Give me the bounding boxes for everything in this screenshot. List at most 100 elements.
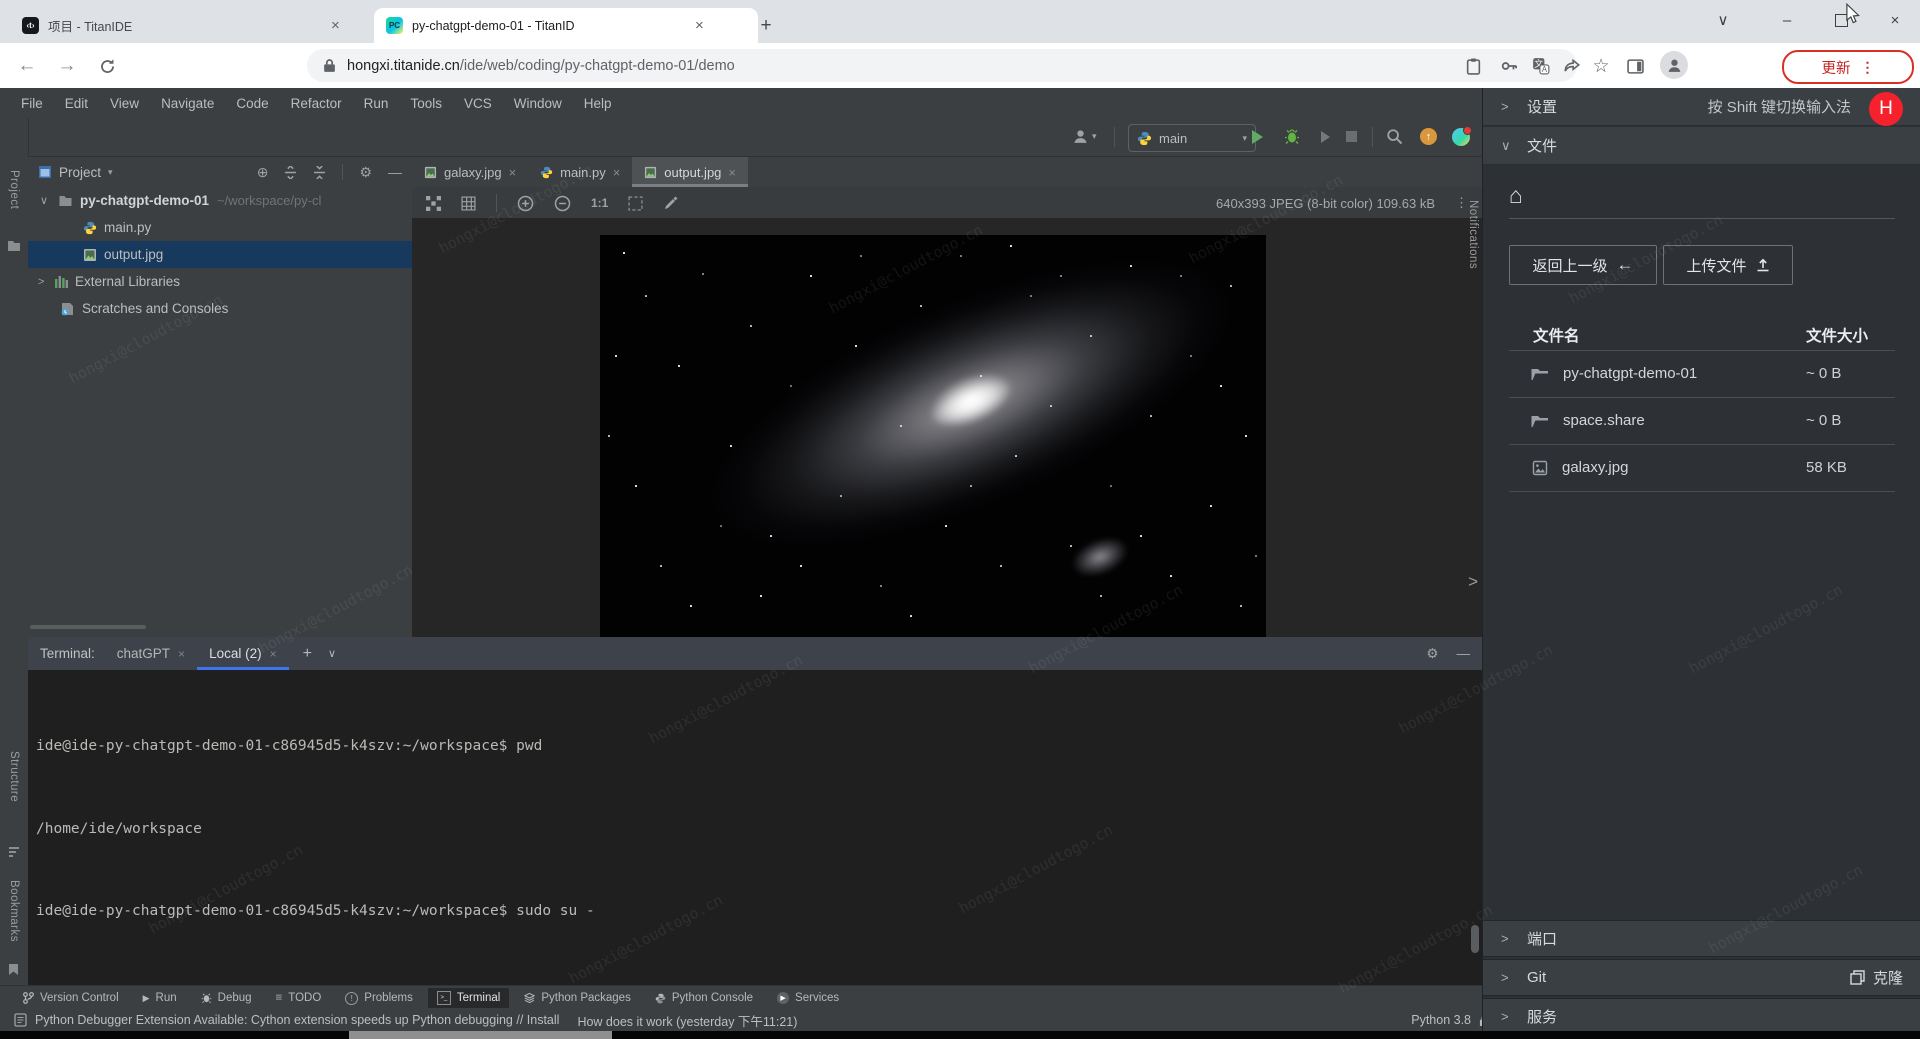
toolwindow-debug[interactable]: Debug xyxy=(192,989,261,1007)
hide-panel-icon[interactable]: — xyxy=(388,164,402,180)
close-icon[interactable]: × xyxy=(728,165,736,180)
stripe-bookmarks-label[interactable]: Bookmarks xyxy=(8,880,20,942)
toolwindow-run[interactable]: ▶ Run xyxy=(134,989,186,1007)
user-avatar[interactable]: H xyxy=(1869,92,1903,126)
run-configuration-select[interactable]: main ▾ xyxy=(1128,124,1256,152)
tab-close-icon[interactable]: × xyxy=(328,18,343,33)
editor-tab-output-jpg[interactable]: output.jpg × xyxy=(632,157,748,187)
menu-help[interactable]: Help xyxy=(573,96,623,111)
selection-icon[interactable] xyxy=(628,196,643,211)
toolwindow-todo[interactable]: ≡ TODO xyxy=(267,989,331,1007)
back-parent-button[interactable]: 返回上一级 ← xyxy=(1509,245,1657,285)
folder-icon[interactable] xyxy=(7,240,21,252)
menu-file[interactable]: File xyxy=(10,96,54,111)
window-minimize-button[interactable]: – xyxy=(1764,0,1810,40)
browser-tab-projects[interactable]: ‹t› 项目 - TitanIDE × xyxy=(10,8,396,43)
chevron-down-icon[interactable]: ∨ xyxy=(40,194,50,207)
toolwindow-problems[interactable]: ! Problems xyxy=(336,989,422,1008)
settings-section-header[interactable]: > 设置 按 Shift 键切换输入法 xyxy=(1483,88,1920,126)
expand-right-panel-icon[interactable]: > xyxy=(1468,572,1478,592)
menu-code[interactable]: Code xyxy=(225,96,279,111)
chevron-right-icon[interactable]: > xyxy=(38,276,48,288)
side-panel-icon[interactable] xyxy=(1622,53,1648,79)
menu-refactor[interactable]: Refactor xyxy=(280,96,353,111)
share-icon[interactable] xyxy=(1559,53,1585,79)
menu-edit[interactable]: Edit xyxy=(54,96,99,111)
status-message-link[interactable]: How does it work (yesterday 下午11:21) xyxy=(577,1011,797,1030)
search-everywhere-button[interactable] xyxy=(1386,128,1403,145)
fit-zoom-icon[interactable] xyxy=(426,196,441,211)
terminal-tab-local[interactable]: Local (2) × xyxy=(197,637,289,670)
close-icon[interactable]: × xyxy=(178,647,185,661)
translate-icon[interactable]: 文A xyxy=(1528,53,1554,79)
git-clone-button[interactable]: 克隆 xyxy=(1850,967,1903,988)
browser-profile-avatar[interactable] xyxy=(1660,51,1688,79)
python-interpreter[interactable]: Python 3.8 xyxy=(1411,1013,1471,1027)
stripe-project-label[interactable]: Project xyxy=(8,170,20,209)
toolwindow-python-console[interactable]: Python Console xyxy=(646,989,762,1007)
close-icon[interactable]: × xyxy=(509,165,517,180)
grid-icon[interactable] xyxy=(461,196,476,211)
forward-icon[interactable]: → xyxy=(52,51,82,81)
expand-all-icon[interactable] xyxy=(284,166,297,179)
run-coverage-button[interactable] xyxy=(1318,130,1332,144)
debug-button[interactable] xyxy=(1284,128,1300,145)
dropdown-icon[interactable]: ▾ xyxy=(108,167,113,178)
window-close-button[interactable]: × xyxy=(1872,0,1918,40)
back-icon[interactable]: ← xyxy=(12,51,42,81)
bookmark-star-icon[interactable]: ☆ xyxy=(1588,53,1614,79)
terminal-tab-chatgpt[interactable]: chatGPT × xyxy=(105,637,197,670)
toolwindow-terminal[interactable]: >_ Terminal xyxy=(428,988,509,1008)
project-panel-title[interactable]: Project xyxy=(59,165,101,180)
zoom-in-icon[interactable] xyxy=(517,195,534,212)
user-accounts-button[interactable]: ▾ xyxy=(1072,128,1097,145)
files-section-header[interactable]: ∨ 文件 xyxy=(1483,127,1920,165)
password-key-icon[interactable] xyxy=(1496,53,1522,79)
stop-button[interactable] xyxy=(1346,131,1357,142)
terminal-scrollbar[interactable] xyxy=(1471,925,1479,953)
event-log-icon[interactable] xyxy=(14,1013,27,1027)
ports-section-header[interactable]: > 端口 xyxy=(1483,920,1920,957)
horizontal-scrollbar[interactable] xyxy=(30,625,146,629)
browser-menu-icon[interactable]: ⋮ xyxy=(1861,59,1875,76)
run-button[interactable] xyxy=(1252,130,1263,144)
galaxy-image[interactable] xyxy=(600,235,1266,637)
upload-file-button[interactable]: 上传文件 xyxy=(1663,245,1793,285)
editor-tab-galaxy[interactable]: galaxy.jpg × xyxy=(412,157,528,187)
tab-search-icon[interactable]: ∨ xyxy=(1700,0,1746,40)
terminal-settings-icon[interactable]: ⚙ xyxy=(1426,646,1438,662)
collapse-all-icon[interactable] xyxy=(313,166,326,179)
menu-window[interactable]: Window xyxy=(503,96,573,111)
zoom-out-icon[interactable] xyxy=(554,195,571,212)
editor-tab-main-py[interactable]: main.py × xyxy=(528,157,632,187)
browser-tab-ide[interactable]: PC py-chatgpt-demo-01 - TitanID × xyxy=(374,8,758,43)
file-row-demo-folder[interactable]: py-chatgpt-demo-01 ~ 0 B xyxy=(1509,350,1895,398)
stripe-structure-label[interactable]: Structure xyxy=(8,751,20,802)
new-tab-button[interactable]: + xyxy=(752,12,780,40)
ide-update-icon[interactable]: ↑ xyxy=(1420,128,1437,145)
eyedropper-icon[interactable] xyxy=(663,195,679,211)
locate-file-icon[interactable]: ⊕ xyxy=(257,164,269,181)
terminal-output[interactable]: ide@ide-py-chatgpt-demo-01-c86945d5-k4sz… xyxy=(28,670,1482,985)
toolwindow-version-control[interactable]: Version Control xyxy=(14,989,128,1007)
browser-update-button[interactable]: 更新 ⋮ xyxy=(1782,50,1914,84)
toolwindow-services[interactable]: ▶ Services xyxy=(768,989,848,1007)
tree-row-external-libraries[interactable]: > External Libraries xyxy=(28,268,412,295)
close-icon[interactable]: × xyxy=(613,165,621,180)
toolwindow-python-packages[interactable]: Python Packages xyxy=(515,989,640,1007)
new-terminal-icon[interactable]: + xyxy=(303,645,312,663)
menu-run[interactable]: Run xyxy=(353,96,400,111)
settings-gear-icon[interactable]: ⚙ xyxy=(359,164,372,181)
structure-icon[interactable] xyxy=(8,846,20,858)
tree-row-output-jpg[interactable]: output.jpg xyxy=(28,241,412,268)
menu-navigate[interactable]: Navigate xyxy=(150,96,225,111)
home-icon[interactable]: ⌂ xyxy=(1509,182,1523,209)
close-icon[interactable]: × xyxy=(270,647,277,661)
url-field[interactable]: hongxi.titanide.cn/ide/web/coding/py-cha… xyxy=(307,49,1577,82)
menu-vcs[interactable]: VCS xyxy=(453,96,503,111)
file-row-galaxy-jpg[interactable]: galaxy.jpg 58 KB xyxy=(1509,444,1895,492)
titanide-assistant-icon[interactable] xyxy=(1452,128,1470,146)
tree-row-main-py[interactable]: main.py xyxy=(28,214,412,241)
menu-tools[interactable]: Tools xyxy=(399,96,453,111)
status-message[interactable]: Python Debugger Extension Available: Cyt… xyxy=(35,1013,559,1027)
